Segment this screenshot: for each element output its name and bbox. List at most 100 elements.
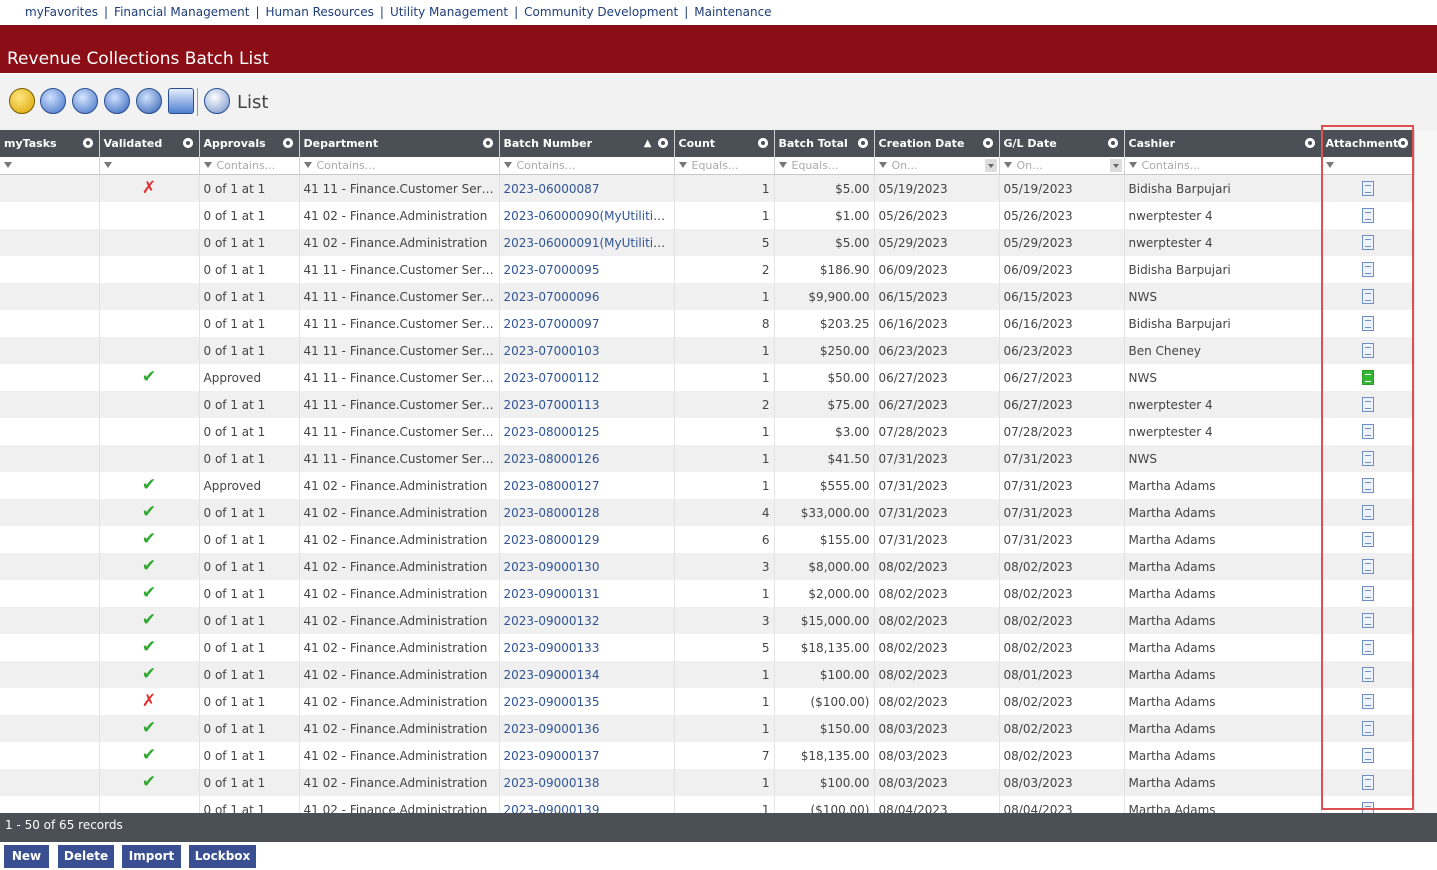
- lockbox-button[interactable]: Lockbox: [189, 845, 256, 868]
- table-row[interactable]: ✔ 0 of 1 at 1 41 02 - Finance.Administrati…: [0, 742, 1415, 769]
- nav-maintenance[interactable]: Maintenance: [694, 5, 771, 19]
- nav-utility-management[interactable]: Utility Management: [390, 5, 508, 19]
- batch-number-link[interactable]: 2023-09000138: [504, 776, 600, 790]
- batch-number-link[interactable]: 2023-09000131: [504, 587, 600, 601]
- filter-icon[interactable]: [678, 162, 687, 168]
- col-approvals[interactable]: Approvals: [199, 130, 300, 157]
- document-icon[interactable]: [1361, 478, 1374, 493]
- col-count[interactable]: Count: [674, 130, 775, 157]
- nav-financial-management[interactable]: Financial Management: [114, 5, 249, 19]
- delete-button[interactable]: Delete: [58, 845, 114, 868]
- batch-number-link[interactable]: 2023-09000132: [504, 614, 600, 628]
- batch-number-link[interactable]: 2023-08000126: [504, 452, 600, 466]
- batch-number-link[interactable]: 2023-09000134: [504, 668, 600, 682]
- table-row[interactable]: 0 of 1 at 1 41 02 - Finance.Administratio…: [0, 229, 1415, 256]
- tools-icon[interactable]: [136, 88, 162, 114]
- batch-number-link[interactable]: 2023-08000127: [504, 479, 600, 493]
- gear-icon[interactable]: [282, 138, 293, 148]
- batch-number-link[interactable]: 2023-07000097: [504, 317, 600, 331]
- document-icon[interactable]: [1361, 505, 1374, 520]
- col-batch-total[interactable]: Batch Total: [774, 130, 875, 157]
- col-cashier[interactable]: Cashier: [1124, 130, 1322, 157]
- table-row[interactable]: ✔ 0 of 1 at 1 41 02 - Finance.Administrati…: [0, 769, 1415, 796]
- document-icon[interactable]: [1361, 640, 1374, 655]
- filter-count[interactable]: Equals...: [674, 157, 775, 175]
- batch-number-link[interactable]: 2023-07000113: [504, 398, 600, 412]
- gear-icon[interactable]: [657, 138, 668, 148]
- table-row[interactable]: ✔ Approved 41 02 - Finance.Administration 2…: [0, 472, 1415, 499]
- col-gl-date[interactable]: G/L Date: [999, 130, 1125, 157]
- document-icon[interactable]: [1361, 694, 1374, 709]
- document-icon[interactable]: [1361, 343, 1374, 358]
- filter-validated[interactable]: [99, 157, 200, 175]
- filter-icon[interactable]: [778, 162, 787, 168]
- batch-number-link[interactable]: 2023-07000103: [504, 344, 600, 358]
- filter-attachments[interactable]: [1321, 157, 1415, 175]
- document-icon[interactable]: [1361, 316, 1374, 331]
- table-row[interactable]: ✔ Approved 41 11 - Finance.Customer Servic…: [0, 364, 1415, 391]
- col-attachments[interactable]: Attachments: [1321, 130, 1415, 157]
- gear-icon[interactable]: [482, 138, 493, 148]
- document-icon[interactable]: [1361, 289, 1374, 304]
- filter-icon[interactable]: [103, 162, 112, 168]
- table-row[interactable]: ✔ 0 of 1 at 1 41 02 - Finance.Administrati…: [0, 553, 1415, 580]
- nav-community-development[interactable]: Community Development: [524, 5, 678, 19]
- table-row[interactable]: ✔ 0 of 1 at 1 41 02 - Finance.Administrati…: [0, 580, 1415, 607]
- table-row[interactable]: 0 of 1 at 1 41 11 - Finance.Customer Serv…: [0, 283, 1415, 310]
- batch-number-link[interactable]: 2023-07000095: [504, 263, 600, 277]
- table-row[interactable]: 0 of 1 at 1 41 11 - Finance.Customer Serv…: [0, 310, 1415, 337]
- gear-icon[interactable]: [182, 138, 193, 148]
- batch-number-link[interactable]: 2023-08000128: [504, 506, 600, 520]
- table-row[interactable]: ✔ 0 of 1 at 1 41 02 - Finance.Administrati…: [0, 661, 1415, 688]
- filter-icon[interactable]: [1003, 162, 1012, 168]
- chevron-down-icon[interactable]: [1109, 159, 1122, 172]
- refresh-icon[interactable]: [204, 88, 230, 114]
- inbox-icon[interactable]: [9, 88, 35, 114]
- document-icon[interactable]: [1361, 586, 1374, 601]
- gear-icon[interactable]: [1397, 138, 1408, 148]
- table-row[interactable]: ✔ 0 of 1 at 1 41 02 - Finance.Administrati…: [0, 499, 1415, 526]
- gear-icon[interactable]: [857, 138, 868, 148]
- document-icon[interactable]: [1361, 262, 1374, 277]
- filter-cashier[interactable]: Contains...: [1124, 157, 1322, 175]
- document-icon[interactable]: [1361, 370, 1374, 385]
- filter-gl-date[interactable]: On...: [999, 157, 1125, 175]
- filter-icon[interactable]: [4, 162, 12, 168]
- sort-up-icon[interactable]: ▲: [644, 138, 652, 149]
- import-button[interactable]: Import: [122, 845, 181, 868]
- filter-icon[interactable]: [878, 162, 887, 168]
- table-row[interactable]: 0 of 1 at 1 41 11 - Finance.Customer Serv…: [0, 391, 1415, 418]
- table-row[interactable]: ✔ 0 of 1 at 1 41 02 - Finance.Administrati…: [0, 607, 1415, 634]
- col-department[interactable]: Department: [299, 130, 500, 157]
- table-row[interactable]: ✔ 0 of 1 at 1 41 02 - Finance.Administrati…: [0, 715, 1415, 742]
- batch-number-link[interactable]: 2023-08000129: [504, 533, 600, 547]
- nav-myfavorites[interactable]: myFavorites: [25, 5, 98, 19]
- batch-number-link[interactable]: 2023-09000137: [504, 749, 600, 763]
- gear-icon[interactable]: [757, 138, 768, 148]
- nav-human-resources[interactable]: Human Resources: [266, 5, 374, 19]
- table-row[interactable]: 0 of 1 at 1 41 11 - Finance.Customer Serv…: [0, 256, 1415, 283]
- gear-icon[interactable]: [982, 138, 993, 148]
- document-icon[interactable]: [1361, 721, 1374, 736]
- table-row[interactable]: ✔ 0 of 1 at 1 41 02 - Finance.Administrati…: [0, 634, 1415, 661]
- scrollbar[interactable]: [1415, 130, 1437, 813]
- new-button[interactable]: New: [4, 845, 49, 868]
- filter-batch-total[interactable]: Equals...: [774, 157, 875, 175]
- filter-mytasks[interactable]: [0, 157, 100, 175]
- satellite-icon[interactable]: [72, 88, 98, 114]
- document-icon[interactable]: [1361, 559, 1374, 574]
- filter-icon[interactable]: [1325, 162, 1334, 168]
- document-icon[interactable]: [1361, 397, 1374, 412]
- table-row[interactable]: ✗ 0 of 1 at 1 41 11 - Finance.Customer Ser…: [0, 174, 1415, 202]
- document-icon[interactable]: [1361, 181, 1374, 196]
- filter-creation-date[interactable]: On...: [874, 157, 1000, 175]
- filter-approvals[interactable]: Contains...: [199, 157, 300, 175]
- document-icon[interactable]: [1361, 667, 1374, 682]
- col-creation-date[interactable]: Creation Date: [874, 130, 1000, 157]
- batch-number-link[interactable]: 2023-06000090(MyUtilities): [504, 209, 672, 223]
- table-row[interactable]: 0 of 1 at 1 41 02 - Finance.Administratio…: [0, 202, 1415, 229]
- document-icon[interactable]: [1361, 748, 1374, 763]
- gear-icon[interactable]: [82, 138, 93, 148]
- document-icon[interactable]: [1361, 613, 1374, 628]
- table-row[interactable]: 0 of 1 at 1 41 11 - Finance.Customer Serv…: [0, 337, 1415, 364]
